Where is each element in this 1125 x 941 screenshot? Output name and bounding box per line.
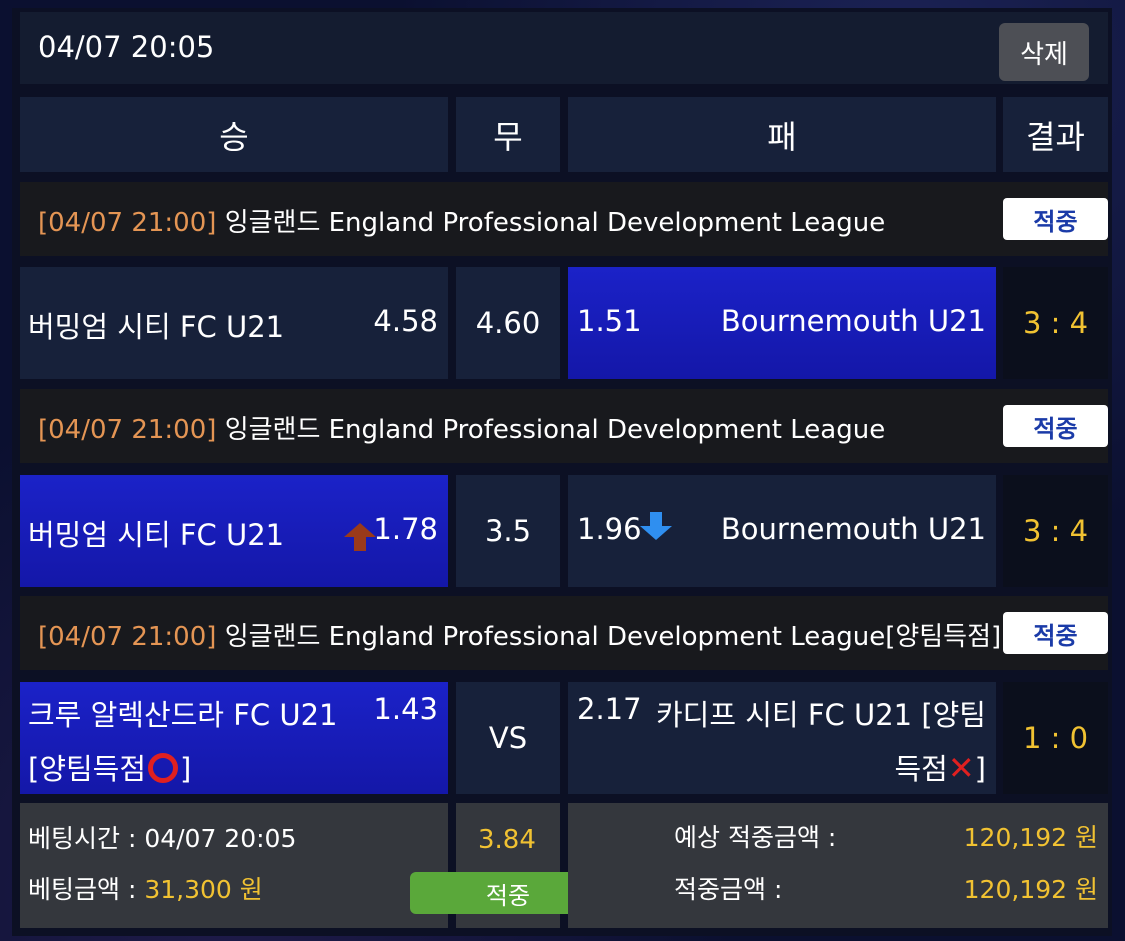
hit-status-badge: 적중 (1003, 198, 1108, 240)
away-odd: 2.17 (577, 692, 642, 726)
payout-info: 예상 적중금액 : 120,192 원 적중금액 : 120,192 원 (568, 803, 1108, 928)
home-odd: 4.58 (373, 304, 438, 338)
column-header-win: 승 (20, 97, 448, 172)
bet-amount-value: 31,300 원 (144, 875, 263, 904)
qualifier-bracket: ] (974, 752, 986, 786)
league-title: [04/07 21:00] 잉글랜드 England Professional … (38, 202, 885, 239)
league-strip: [04/07 21:00] 잉글랜드 England Professional … (20, 596, 1108, 670)
league-strip: [04/07 21:00] 잉글랜드 England Professional … (20, 182, 1108, 256)
match-score: 3 : 4 (1003, 267, 1108, 379)
match-time: [04/07 21:00] (38, 208, 217, 238)
league-name: 잉글랜드 England Professional Development Le… (224, 415, 886, 445)
away-pick-cell[interactable]: 2.17 카디프 시티 FC U21 [양팀 득점✕] (568, 682, 996, 794)
away-odd: 1.51 (577, 304, 642, 338)
qualifier-text: 득점 (894, 752, 948, 786)
hit-status-badge: 적중 (1003, 612, 1108, 654)
bet-amount-label: 베팅금액 : (28, 875, 145, 904)
league-title: [04/07 21:00] 잉글랜드 England Professional … (38, 409, 885, 446)
bet-header: 04/07 20:05 (20, 12, 1108, 84)
home-team-qualifier: [양팀득점] (28, 746, 191, 788)
home-team-name: 버밍엄 시티 FC U21 (28, 310, 285, 344)
home-odd: 1.78 (373, 512, 438, 546)
away-pick-cell[interactable]: 1.96 Bournemouth U21 (568, 475, 996, 587)
match-score: 1 : 0 (1003, 682, 1108, 794)
bet-info-left: 베팅시간 : 04/07 20:05 베팅금액 : 31,300 원 (20, 803, 448, 928)
league-name: 잉글랜드 England Professional Development Le… (224, 622, 1002, 652)
expected-payout-label: 예상 적중금액 : (674, 823, 837, 852)
bet-datetime: 04/07 20:05 (38, 30, 215, 64)
home-pick-cell[interactable]: 버밍엄 시티 FC U21 4.58 (20, 267, 448, 379)
won-amount-value: 120,192 원 (963, 875, 1098, 904)
league-title: [04/07 21:00] 잉글랜드 England Professional … (38, 616, 1001, 653)
league-name: 잉글랜드 England Professional Development Le… (224, 208, 886, 238)
delete-button[interactable]: 삭제 (999, 23, 1089, 81)
away-team-name: Bournemouth U21 (720, 304, 986, 338)
draw-odd-cell[interactable]: 3.5 (456, 475, 560, 587)
away-team-qualifier: 득점✕] (894, 746, 986, 788)
column-header-result: 결과 (1003, 97, 1108, 172)
qualifier-text: [양팀득점 (28, 752, 147, 786)
match-time: [04/07 21:00] (38, 415, 217, 445)
away-team-name: Bournemouth U21 (720, 512, 986, 546)
match-time: [04/07 21:00] (38, 622, 217, 652)
away-odd: 1.96 (577, 512, 642, 546)
circle-yes-icon (148, 753, 179, 783)
won-amount-label: 적중금액 : (674, 875, 783, 904)
total-odds: 3.84 (478, 825, 536, 855)
bet-time: 베팅시간 : 04/07 20:05 (28, 824, 297, 853)
expected-payout-value: 120,192 원 (963, 823, 1098, 852)
match-score: 3 : 4 (1003, 475, 1108, 587)
bet-amount: 베팅금액 : 31,300 원 (28, 870, 263, 906)
home-odd: 1.43 (373, 692, 438, 726)
column-header-lose: 패 (568, 97, 996, 172)
draw-odd-cell[interactable]: 4.60 (456, 267, 560, 379)
versus-cell: VS (456, 682, 560, 794)
home-pick-cell-selected[interactable]: 크루 알렉산드라 FC U21 1.43 [양팀득점] (20, 682, 448, 794)
column-header-draw: 무 (456, 97, 560, 172)
x-no-icon: ✕ (947, 749, 975, 787)
home-team-name: 버밍엄 시티 FC U21 (28, 518, 285, 552)
away-team-name: 카디프 시티 FC U21 [양팀 (655, 698, 986, 732)
qualifier-bracket: ] (180, 752, 192, 786)
home-pick-cell-selected[interactable]: 버밍엄 시티 FC U21 1.78 (20, 475, 448, 587)
away-pick-cell-selected[interactable]: 1.51 Bournemouth U21 (568, 267, 996, 379)
home-team-name: 크루 알렉산드라 FC U21 (28, 698, 338, 732)
league-strip: [04/07 21:00] 잉글랜드 England Professional … (20, 389, 1108, 463)
hit-status-badge: 적중 (1003, 405, 1108, 447)
